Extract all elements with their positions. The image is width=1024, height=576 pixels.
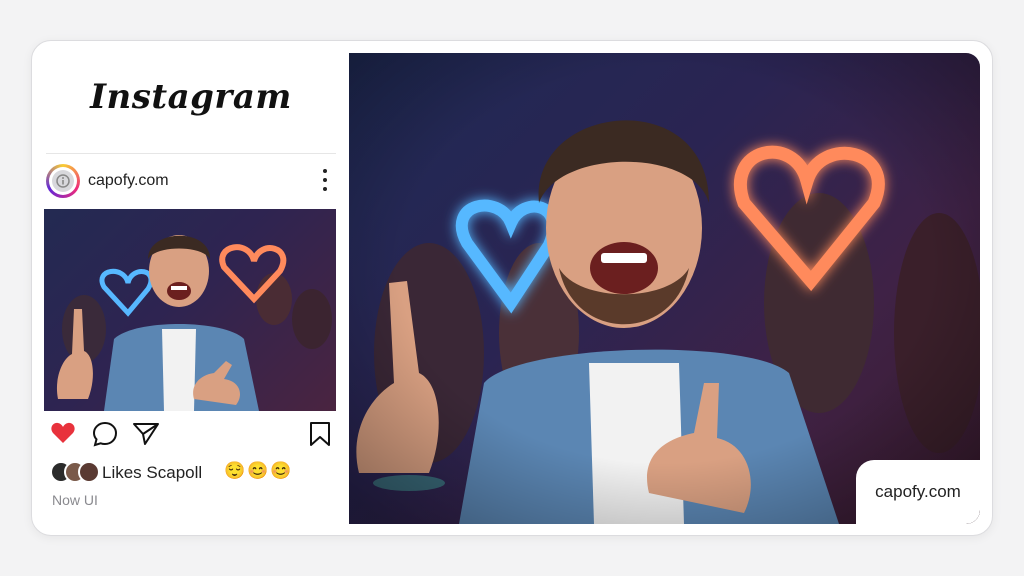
avatar[interactable] (46, 164, 80, 198)
post-actions (46, 419, 336, 449)
post-mock-panel: Instagram capofy.com Likes Scapoll 😌😊😊 N… (32, 41, 350, 535)
likes-text[interactable]: Likes Scapoll (102, 463, 202, 483)
heart-icon[interactable] (50, 421, 76, 450)
post-timestamp: Now UI (52, 492, 98, 508)
reaction-emojis: 😌😊😊 (224, 461, 294, 480)
divider (46, 153, 336, 154)
post-card: Instagram capofy.com Likes Scapoll 😌😊😊 N… (31, 40, 993, 536)
post-username[interactable]: capofy.com (88, 172, 169, 190)
instagram-logo: Instagram (90, 77, 292, 117)
share-icon[interactable] (132, 421, 160, 452)
avatar (78, 461, 100, 483)
likes-row: Likes Scapoll 😌😊😊 (46, 461, 336, 485)
featured-photo: capofy.com (349, 53, 980, 524)
post-header: capofy.com (46, 163, 336, 199)
comment-icon[interactable] (92, 421, 118, 452)
watermark: capofy.com (856, 460, 980, 524)
info-icon (52, 170, 74, 192)
post-image[interactable] (44, 209, 336, 411)
more-vert-icon[interactable] (322, 169, 328, 191)
bookmark-icon[interactable] (308, 421, 332, 452)
